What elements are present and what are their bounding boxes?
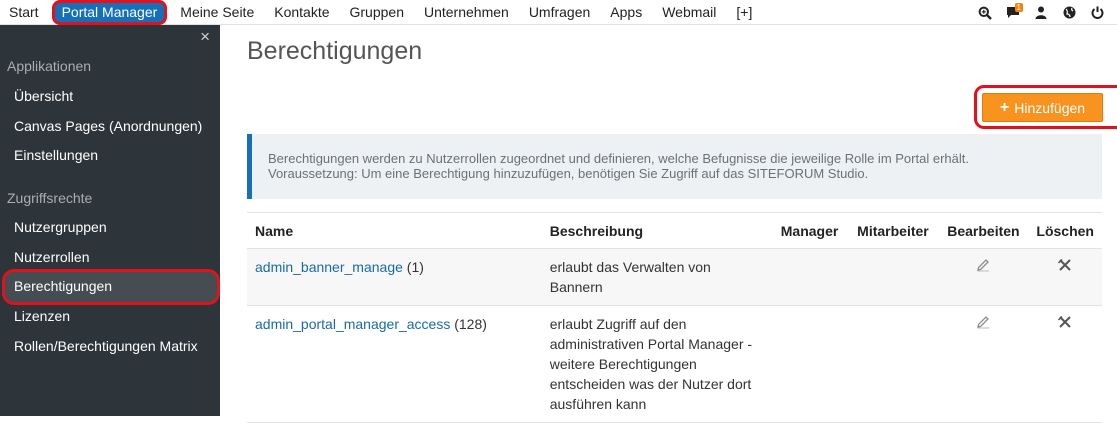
column-header-mitarbeiter[interactable]: Mitarbeiter	[847, 212, 939, 249]
manager-cell	[771, 305, 848, 423]
description-line: entscheiden was der Nutzer dort	[549, 376, 752, 392]
sidebar-item-nutzergruppen[interactable]: Nutzergruppen	[14, 219, 107, 235]
close-icon[interactable]: ×	[200, 28, 210, 45]
permission-link[interactable]: admin_portal_manager_access	[255, 316, 450, 332]
nav-item-portal-manager[interactable]: Portal Manager	[51, 0, 168, 25]
sidebar-item-einstellungen[interactable]: Einstellungen	[14, 147, 98, 163]
permission-description: erlaubt Zugriff auf den administrativen …	[541, 305, 772, 423]
globe-icon[interactable]	[1055, 0, 1083, 25]
delete-icon[interactable]	[1057, 257, 1073, 278]
table-header-row: Name Beschreibung Manager Mitarbeiter Be…	[247, 212, 1102, 249]
chat-icon[interactable]: 1	[999, 0, 1027, 25]
permissions-table: Name Beschreibung Manager Mitarbeiter Be…	[247, 212, 1102, 423]
nav-item-start[interactable]: Start	[0, 0, 49, 25]
description-line: weitere Berechtigungen	[549, 356, 697, 372]
description-line: administrativen Portal Manager -	[549, 336, 753, 352]
search-icon[interactable]	[971, 0, 999, 25]
top-icon-bar: 1	[971, 0, 1111, 25]
power-icon[interactable]	[1083, 0, 1111, 25]
delete-cell	[1028, 248, 1102, 306]
mitarbeiter-cell	[847, 305, 939, 423]
nav-item-apps[interactable]: Apps	[600, 0, 652, 25]
sidebar-item-nutzerrollen[interactable]: Nutzerrollen	[14, 249, 89, 265]
sidebar-section-applikationen: Applikationen	[7, 58, 92, 74]
delete-cell	[1028, 305, 1102, 423]
sidebar: × Applikationen Übersicht Canvas Pages (…	[0, 25, 220, 416]
table-row: admin_portal_manager_access (128) erlaub…	[247, 305, 1102, 423]
plus-icon: +	[999, 98, 1010, 116]
nav-item-more[interactable]: [+]	[726, 0, 762, 25]
info-text-line2: Voraussetzung: Um eine Berechtigung hinz…	[268, 166, 869, 181]
add-button-highlight: + Hinzufügen	[974, 85, 1117, 129]
delete-icon[interactable]	[1057, 314, 1073, 335]
column-header-name[interactable]: Name	[247, 212, 542, 249]
add-button[interactable]: + Hinzufügen	[982, 93, 1103, 122]
column-header-delete: Löschen	[1028, 212, 1102, 249]
permission-link[interactable]: admin_banner_manage	[255, 259, 403, 275]
sidebar-item-lizenzen[interactable]: Lizenzen	[14, 308, 70, 324]
edit-cell	[938, 305, 1029, 423]
info-box: Berechtigungen werden zu Nutzerrollen zu…	[247, 134, 1102, 199]
mitarbeiter-cell	[847, 248, 939, 306]
user-icon[interactable]	[1027, 0, 1055, 25]
manager-cell	[771, 248, 848, 306]
nav-item-meine-seite[interactable]: Meine Seite	[170, 0, 264, 25]
nav-item-gruppen[interactable]: Gruppen	[340, 0, 414, 25]
info-text-line1: Berechtigungen werden zu Nutzerrollen zu…	[268, 151, 969, 166]
column-header-manager[interactable]: Manager	[771, 212, 848, 249]
notification-badge: 1	[1014, 3, 1023, 12]
top-navbar: Start Portal Manager Meine Seite Kontakt…	[0, 0, 1117, 25]
sidebar-item-uebersicht[interactable]: Übersicht	[14, 88, 73, 104]
permission-count: (1)	[402, 259, 424, 275]
column-header-description[interactable]: Beschreibung	[541, 212, 772, 249]
main-content: Berechtigungen + Hinzufügen Berechtigung…	[220, 25, 1117, 423]
add-button-label: Hinzufügen	[1014, 99, 1086, 116]
pencil-icon[interactable]	[975, 257, 991, 278]
pencil-icon[interactable]	[975, 314, 991, 335]
description-line: ausführen kann	[549, 396, 647, 412]
nav-item-unternehmen[interactable]: Unternehmen	[414, 0, 519, 25]
sidebar-item-rollen-matrix[interactable]: Rollen/Berechtigungen Matrix	[14, 338, 198, 354]
nav-item-umfragen[interactable]: Umfragen	[519, 0, 600, 25]
description-line: Bannern	[549, 279, 603, 295]
page-title: Berechtigungen	[247, 37, 423, 65]
nav-item-kontakte[interactable]: Kontakte	[264, 0, 339, 25]
main-nav: Start Portal Manager Meine Seite Kontakt…	[0, 0, 762, 25]
description-line: erlaubt Zugriff auf den	[549, 316, 687, 332]
sidebar-item-canvas-pages[interactable]: Canvas Pages (Anordnungen)	[14, 118, 202, 134]
nav-item-webmail[interactable]: Webmail	[652, 0, 726, 25]
edit-cell	[938, 248, 1029, 306]
permission-description: erlaubt das Verwalten von Bannern	[541, 248, 772, 306]
table-row: admin_banner_manage (1) erlaubt das Verw…	[247, 248, 1102, 306]
sidebar-section-zugriffsrechte: Zugriffsrechte	[7, 190, 93, 206]
sidebar-item-berechtigungen[interactable]: Berechtigungen	[2, 269, 220, 305]
permission-count: (128)	[450, 316, 487, 332]
column-header-edit: Bearbeiten	[938, 212, 1029, 249]
description-line: erlaubt das Verwalten von	[549, 259, 711, 275]
